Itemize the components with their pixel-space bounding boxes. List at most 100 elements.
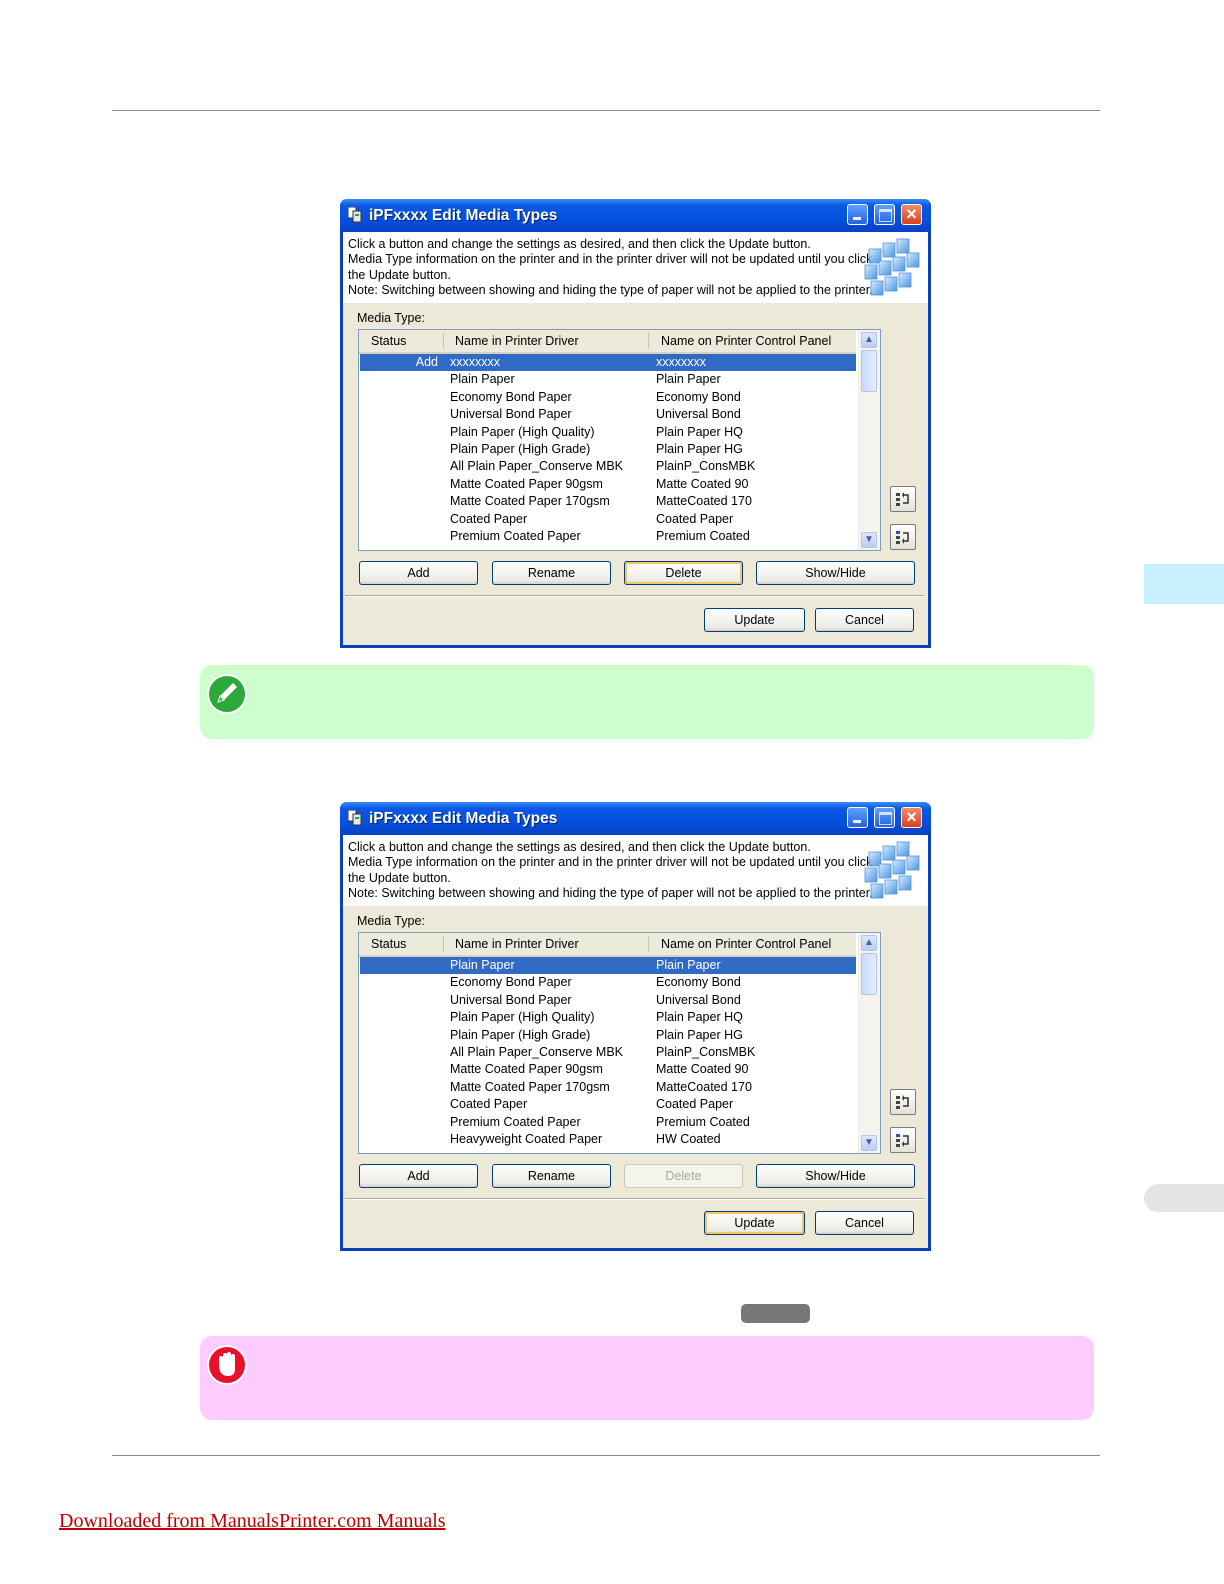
- row-driver-name: Plain Paper: [450, 958, 515, 972]
- column-divider[interactable]: [443, 333, 444, 349]
- table-row[interactable]: Coated Paper Coated Paper: [360, 511, 856, 528]
- show-hide-button[interactable]: Show/Hide: [756, 561, 915, 585]
- scroll-up-icon[interactable]: ▲: [861, 332, 877, 348]
- scroll-down-icon[interactable]: ▼: [861, 1135, 877, 1151]
- row-driver-name: Matte Coated Paper 170gsm: [450, 494, 610, 509]
- footer-rule: [112, 1455, 1100, 1456]
- table-row[interactable]: Add xxxxxxxx xxxxxxxx: [360, 354, 856, 371]
- column-status[interactable]: Status: [371, 334, 406, 348]
- scroll-up-icon[interactable]: ▲: [861, 935, 877, 951]
- media-type-list[interactable]: Status Name in Printer Driver Name on Pr…: [358, 932, 881, 1154]
- table-row[interactable]: Matte Coated Paper 170gsm MatteCoated 170: [360, 493, 856, 510]
- row-driver-name: Plain Paper: [450, 372, 515, 387]
- banner-line: Media Type information on the printer an…: [348, 252, 873, 267]
- table-row[interactable]: Plain Paper (High Quality) Plain Paper HQ: [360, 424, 856, 441]
- add-button[interactable]: Add: [359, 1164, 478, 1188]
- column-divider[interactable]: [443, 936, 444, 952]
- cancel-button[interactable]: Cancel: [815, 1211, 914, 1235]
- header-rule: [112, 110, 1100, 111]
- maximize-button[interactable]: [874, 204, 895, 225]
- scroll-thumb[interactable]: [861, 350, 877, 392]
- table-row[interactable]: Plain Paper (High Grade) Plain Paper HG: [360, 441, 856, 458]
- delete-button[interactable]: Delete: [624, 561, 743, 585]
- table-row[interactable]: Economy Bond Paper Economy Bond: [360, 974, 856, 991]
- media-type-label: Media Type:: [357, 914, 425, 928]
- table-row[interactable]: Plain Paper Plain Paper: [360, 371, 856, 388]
- move-down-button[interactable]: [890, 1127, 916, 1153]
- app-icon: [348, 810, 362, 826]
- row-driver-name: All Plain Paper_Conserve MBK: [450, 459, 623, 474]
- row-driver-name: Matte Coated Paper 170gsm: [450, 1079, 610, 1094]
- column-divider[interactable]: [648, 333, 649, 349]
- table-row[interactable]: Heavyweight Coated Paper HW Coated: [360, 1131, 856, 1148]
- maximize-button[interactable]: [874, 807, 895, 828]
- dialog-titlebar[interactable]: iPFxxxx Edit Media Types ×: [340, 199, 931, 232]
- table-row[interactable]: Matte Coated Paper 90gsm Matte Coated 90: [360, 1061, 856, 1078]
- table-row[interactable]: Plain Paper (High Grade) Plain Paper HG: [360, 1027, 856, 1044]
- row-panel-name: Universal Bond: [656, 992, 741, 1007]
- table-row[interactable]: Economy Bond Paper Economy Bond: [360, 389, 856, 406]
- delete-button[interactable]: Delete: [624, 1164, 743, 1188]
- move-up-button[interactable]: [890, 1089, 916, 1115]
- table-row[interactable]: All Plain Paper_Conserve MBK PlainP_ConsM…: [360, 1044, 856, 1061]
- row-panel-name: Plain Paper HQ: [656, 1010, 743, 1025]
- media-type-list[interactable]: Status Name in Printer Driver Name on Pr…: [358, 329, 881, 551]
- dialog-titlebar[interactable]: iPFxxxx Edit Media Types ×: [340, 802, 931, 835]
- banner-line: Media Type information on the printer an…: [348, 855, 873, 870]
- list-header: Status Name in Printer Driver Name on Pr…: [359, 330, 856, 354]
- inline-key-graphic: [741, 1304, 810, 1323]
- row-panel-name: Universal Bond: [656, 407, 741, 422]
- column-divider[interactable]: [648, 936, 649, 952]
- add-button[interactable]: Add: [359, 561, 478, 585]
- row-panel-name: MatteCoated 170: [656, 1079, 752, 1094]
- update-button[interactable]: Update: [704, 1211, 805, 1235]
- banner-line: the Update button.: [348, 870, 451, 885]
- row-driver-name: Economy Bond Paper: [450, 389, 572, 404]
- minimize-button[interactable]: [847, 807, 868, 828]
- column-panel-name[interactable]: Name on Printer Control Panel: [661, 937, 831, 951]
- column-status[interactable]: Status: [371, 937, 406, 951]
- row-panel-name: Plain Paper: [656, 958, 721, 972]
- index-tab: [1144, 1184, 1224, 1212]
- vertical-scrollbar[interactable]: ▲ ▼: [858, 933, 880, 1153]
- row-panel-name: Plain Paper: [656, 372, 721, 387]
- scroll-down-icon[interactable]: ▼: [861, 532, 877, 548]
- row-driver-name: Plain Paper (High Grade): [450, 1027, 591, 1042]
- table-row[interactable]: All Plain Paper_Conserve MBK PlainP_ConsM…: [360, 458, 856, 475]
- row-driver-name: Universal Bond Paper: [450, 992, 572, 1007]
- table-row[interactable]: Premium Coated Paper Premium Coated: [360, 528, 856, 545]
- table-row[interactable]: Plain Paper Plain Paper: [360, 957, 856, 974]
- row-panel-name: HW Coated: [656, 1132, 721, 1146]
- column-driver-name[interactable]: Name in Printer Driver: [455, 334, 579, 348]
- update-button[interactable]: Update: [704, 608, 805, 632]
- row-panel-name: Matte Coated 90: [656, 476, 749, 491]
- close-button[interactable]: ×: [901, 204, 922, 225]
- table-row[interactable]: Coated Paper Coated Paper: [360, 1096, 856, 1113]
- note-box: [200, 665, 1094, 739]
- cancel-button[interactable]: Cancel: [815, 608, 914, 632]
- move-down-button[interactable]: [890, 524, 916, 550]
- vertical-scrollbar[interactable]: ▲ ▼: [858, 330, 880, 550]
- scroll-thumb[interactable]: [861, 953, 877, 995]
- row-panel-name: Plain Paper HG: [656, 1027, 743, 1042]
- table-row[interactable]: Matte Coated Paper 170gsm MatteCoated 170: [360, 1079, 856, 1096]
- move-up-button[interactable]: [890, 486, 916, 512]
- minimize-button[interactable]: [847, 204, 868, 225]
- download-source-link[interactable]: Downloaded from ManualsPrinter.com Manua…: [59, 1510, 446, 1533]
- close-button[interactable]: ×: [901, 807, 922, 828]
- column-panel-name[interactable]: Name on Printer Control Panel: [661, 334, 831, 348]
- row-driver-name: Plain Paper (High Quality): [450, 424, 595, 439]
- table-row[interactable]: Matte Coated Paper 90gsm Matte Coated 90: [360, 476, 856, 493]
- table-row[interactable]: Universal Bond Paper Universal Bond: [360, 406, 856, 423]
- row-panel-name: Premium Coated: [656, 1114, 750, 1129]
- show-hide-button[interactable]: Show/Hide: [756, 1164, 915, 1188]
- table-row[interactable]: Universal Bond Paper Universal Bond: [360, 992, 856, 1009]
- rename-button[interactable]: Rename: [492, 561, 611, 585]
- table-row[interactable]: Plain Paper (High Quality) Plain Paper HQ: [360, 1009, 856, 1026]
- row-panel-name: Coated Paper: [656, 511, 734, 526]
- row-driver-name: Heavyweight Coated Paper: [450, 1132, 603, 1146]
- column-driver-name[interactable]: Name in Printer Driver: [455, 937, 579, 951]
- rename-button[interactable]: Rename: [492, 1164, 611, 1188]
- chapter-tab: [1144, 564, 1224, 604]
- table-row[interactable]: Premium Coated Paper Premium Coated: [360, 1114, 856, 1131]
